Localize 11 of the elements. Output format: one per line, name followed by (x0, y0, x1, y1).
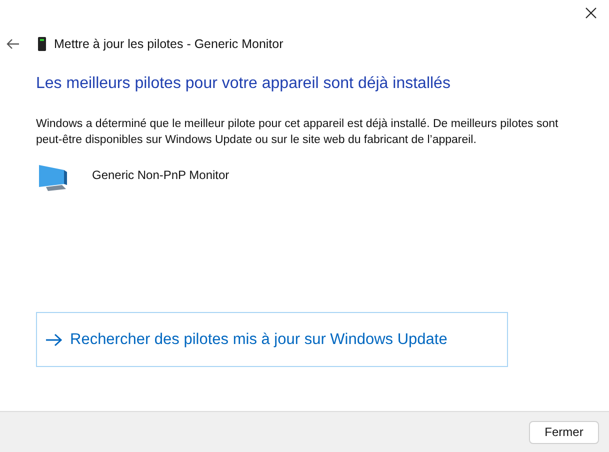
arrow-right-icon (45, 332, 63, 346)
command-link[interactable]: Rechercher des pilotes mis à jour sur Windows Update (36, 312, 508, 367)
device-name: Generic Non-PnP Monitor (92, 167, 230, 184)
window-title: Mettre à jour les pilotes - Generic Monitor (54, 36, 284, 53)
heading: Les meilleurs pilotes pour votre appareil sont déjà installés (36, 74, 452, 94)
message-text: Windows a déterminé que le meilleur pilote pour cet appareil est déjà installé. De meilleurs pilotes sont peut-être disponibles sur Windows Update ou sur le site web du fabricant de l’appareil. (36, 117, 560, 148)
close-button[interactable]: Fermer (529, 420, 599, 444)
close-icon[interactable] (585, 7, 597, 19)
back-arrow-icon[interactable] (6, 38, 20, 50)
device-icon (38, 37, 46, 51)
monitor-icon (38, 162, 68, 192)
